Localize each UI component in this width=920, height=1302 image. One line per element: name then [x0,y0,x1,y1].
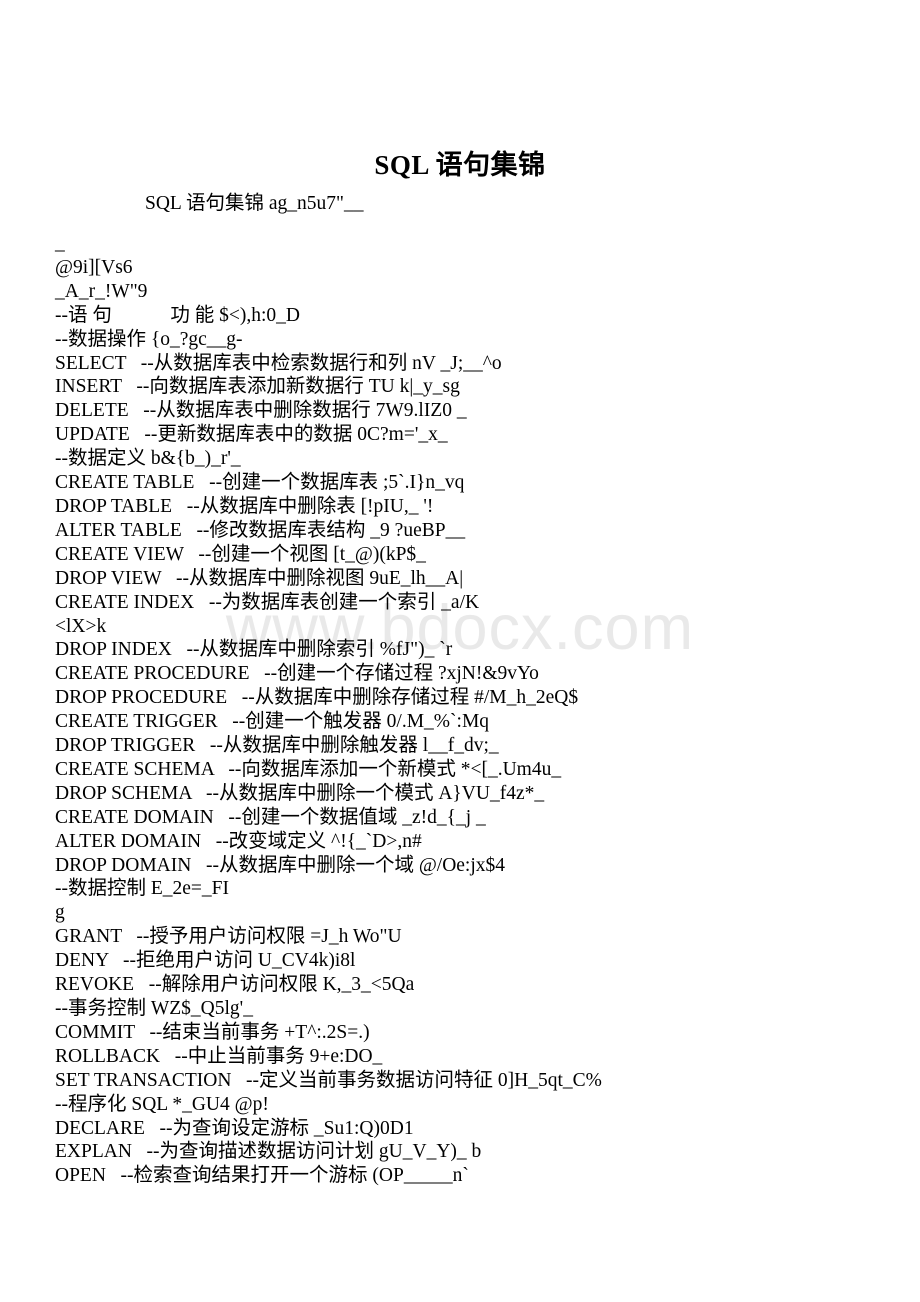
doc-line: CREATE TRIGGER --创建一个触发器 0/.M_%`:Mq [55,711,490,733]
doc-line: DENY --拒绝用户访问 U_CV4k)i8l [55,950,356,972]
doc-line: CREATE VIEW --创建一个视图 [t_@)(kP$_ [55,543,426,565]
doc-line: DROP PROCEDURE --从数据库中删除存储过程 #/M_h_2eQ$ [55,687,579,709]
doc-line: REVOKE --解除用户访问权限 K,_3_<5Qa [55,974,415,996]
doc-line: ALTER DOMAIN --改变域定义 ^!{_`D>,n# [55,830,422,852]
doc-line: DELETE --从数据库表中删除数据行 7W9.lIZ0 _ [55,400,467,422]
doc-line: UPDATE --更新数据库表中的数据 0C?m='_x_ [55,424,448,446]
doc-line: --程序化 SQL *_GU4 @p! [55,1093,269,1115]
doc-line: OPEN --检索查询结果打开一个游标 (OP_____n` [55,1165,469,1187]
doc-line: DROP SCHEMA --从数据库中删除一个模式 A}VU_f4z*_ [55,782,545,804]
doc-line: EXPLAN --为查询描述数据访问计划 gU_V_Y)_ b [55,1141,482,1163]
intro-paragraph: SQL 语句集锦 ag_n5u7"__ [145,193,364,214]
doc-line: SET TRANSACTION --定义当前事务数据访问特征 0]H_5qt_C… [55,1069,602,1091]
doc-line: DROP DOMAIN --从数据库中删除一个域 @/Oe:jx$4 [55,854,506,876]
doc-line: DROP TRIGGER --从数据库中删除触发器 l__f_dv;_ [55,735,499,757]
doc-line: DROP VIEW --从数据库中删除视图 9uE_lh__A| [55,567,464,589]
sql-reference-list: _ @9i][Vs6 _A_r_!W"9 --语 句 功 能 $<),h:0_D --数… [55,232,885,1188]
doc-line: INSERT --向数据库表添加新数据行 TU k|_y_sg [55,376,460,398]
doc-line: <lX>k [55,615,107,637]
doc-line: SELECT --从数据库表中检索数据行和列 nV _J;__^o [55,352,502,374]
doc-line: CREATE SCHEMA --向数据库添加一个新模式 *<[_.Um4u_ [55,758,562,780]
doc-line: --语 句 功 能 $<),h:0_D [55,304,300,326]
doc-line: g [55,902,65,924]
doc-line: CREATE DOMAIN --创建一个数据值域 _z!d_{_j _ [55,806,486,828]
doc-line: COMMIT --结束当前事务 +T^:.2S=.) [55,1021,370,1043]
doc-line: DROP TABLE --从数据库中删除表 [!pIU,_ '! [55,495,434,517]
doc-line: _A_r_!W"9 [55,280,148,302]
doc-line: _ [55,233,65,254]
document-page: www.bdocx.com SQL 语句集锦 SQL 语句集锦 ag_n5u7"… [0,0,920,1302]
doc-line: DROP INDEX --从数据库中删除索引 %fJ")_ `r [55,639,453,661]
doc-line: ALTER TABLE --修改数据库表结构 _9 ?ueBP__ [55,519,466,541]
doc-line: CREATE INDEX --为数据库表创建一个索引 _a/K [55,591,480,613]
doc-line: DECLARE --为查询设定游标 _Su1:Q)0D1 [55,1117,414,1139]
doc-line: --数据控制 E_2e=_FI [55,878,230,900]
doc-line: GRANT --授予用户访问权限 =J_h Wo"U [55,926,402,948]
doc-line: --数据定义 b&{b_)_r'_ [55,448,241,470]
doc-line: CREATE PROCEDURE --创建一个存储过程 ?xjN!&9vYo [55,663,539,685]
doc-line: @9i][Vs6 [55,256,133,278]
doc-line: --事务控制 WZ$_Q5lg'_ [55,998,253,1019]
doc-line: --数据操作 {o_?gc__g- [55,328,243,350]
doc-line: CREATE TABLE --创建一个数据库表 ;5`.I}n_vq [55,472,465,494]
doc-line: ROLLBACK --中止当前事务 9+e:DO_ [55,1045,383,1067]
page-title: SQL 语句集锦 [374,150,546,180]
